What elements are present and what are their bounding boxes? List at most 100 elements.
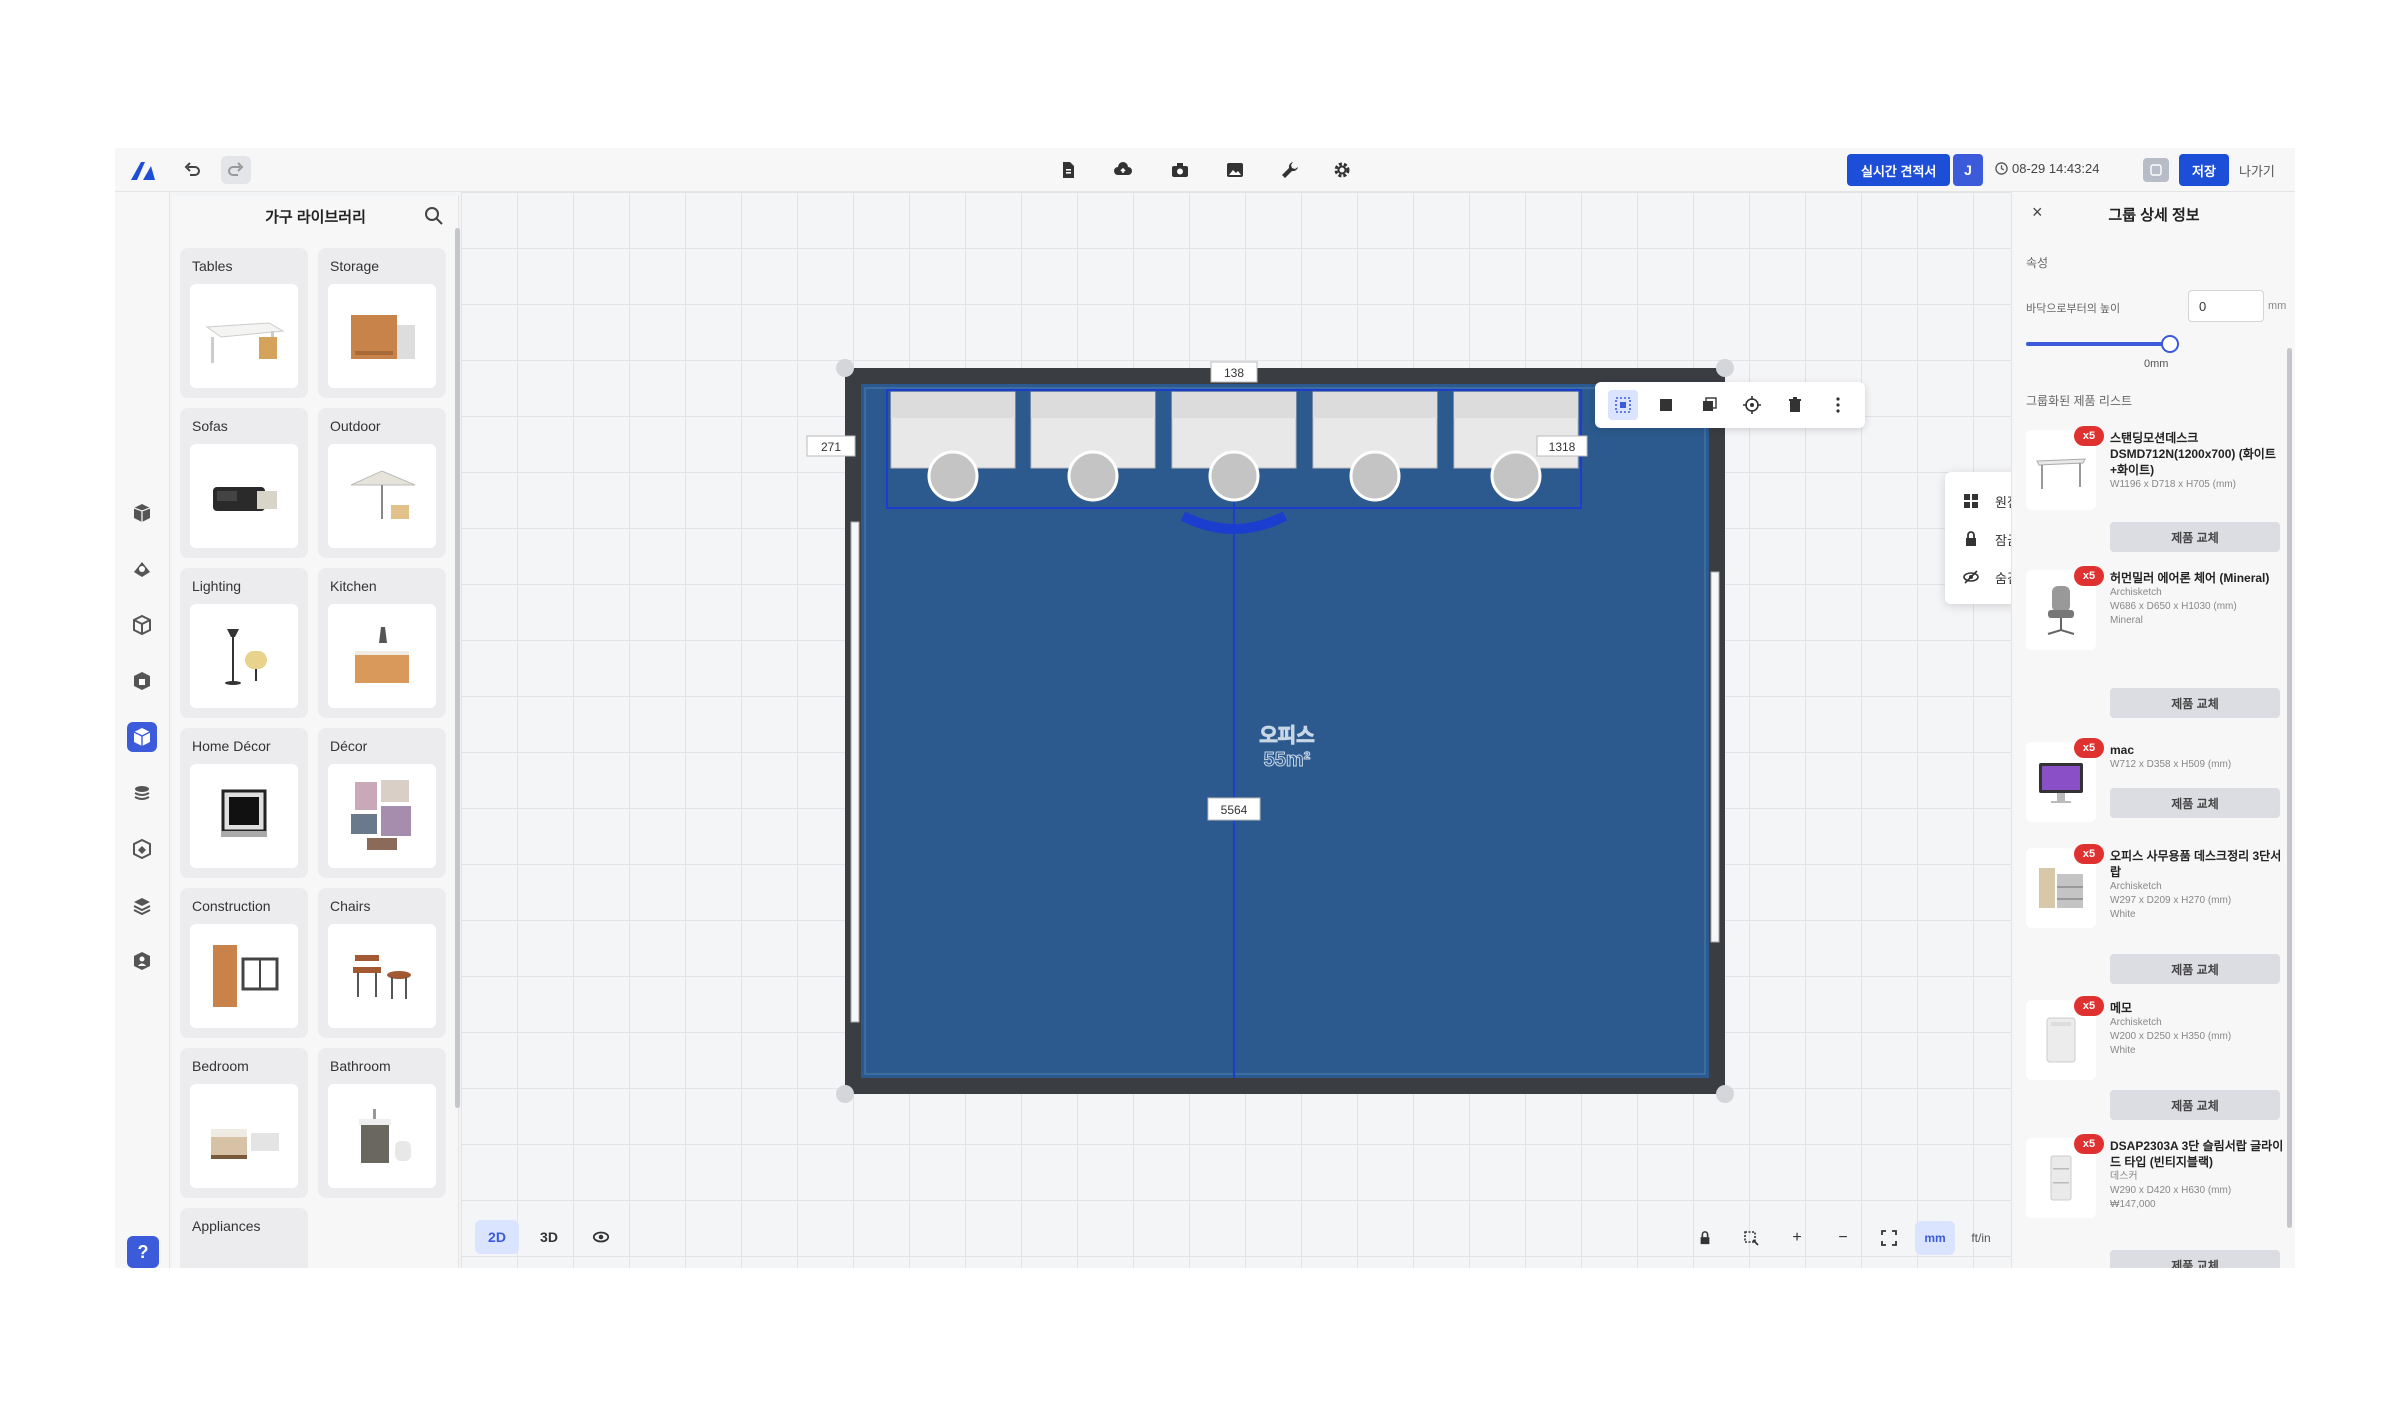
clock-icon: [1995, 162, 2008, 175]
window-left[interactable]: [850, 521, 860, 1023]
product-meta: White: [2110, 909, 2136, 920]
bathroom-thumbnail: [328, 1084, 436, 1188]
product-meta: ₩147,000: [2110, 1199, 2156, 1210]
zoom-in-icon[interactable]: +: [1777, 1221, 1817, 1255]
corner-handle[interactable]: [836, 359, 854, 377]
category-label: Décor: [330, 738, 368, 754]
lock-canvas-icon[interactable]: [1685, 1221, 1725, 1255]
corner-handle[interactable]: [1716, 1085, 1734, 1103]
category-construction[interactable]: Construction: [180, 888, 308, 1038]
quantity-badge: x5: [2074, 738, 2104, 758]
new-file-icon[interactable]: [1053, 156, 1083, 184]
person-tool-icon[interactable]: [127, 946, 157, 976]
wall-tool-icon[interactable]: [127, 554, 157, 584]
category-decor[interactable]: Décor: [318, 728, 446, 878]
unit-mm-button[interactable]: mm: [1915, 1221, 1955, 1255]
kitchen-thumbnail: [328, 604, 436, 708]
selection-toolbar: [1595, 382, 1865, 428]
category-label: Home Décor: [192, 738, 271, 754]
product-name: DSAP2303A 3단 슬림서랍 글라이드 타입 (빈티지블랙): [2110, 1139, 2284, 1169]
window-right[interactable]: [1710, 571, 1720, 943]
redo-icon[interactable]: [221, 156, 251, 184]
layers-icon[interactable]: [1694, 390, 1724, 420]
category-chairs[interactable]: Chairs: [318, 888, 446, 1038]
home-decor-thumbnail: [190, 764, 298, 868]
box-tool-icon[interactable]: [127, 498, 157, 528]
replace-product-button[interactable]: 제품 교체: [2110, 954, 2280, 984]
undo-icon[interactable]: [177, 156, 207, 184]
image-icon[interactable]: [1220, 156, 1250, 184]
gear-icon[interactable]: [1327, 156, 1357, 184]
history-icon[interactable]: [2143, 158, 2169, 182]
corner-handle[interactable]: [836, 1085, 854, 1103]
product-meta: Archisketch: [2110, 881, 2162, 892]
category-tables[interactable]: Tables: [180, 248, 308, 398]
floorplan-canvas[interactable]: 138 271 1318 5564 오피스 55m² 원점복사: [461, 192, 2077, 1268]
category-bedroom[interactable]: Bedroom: [180, 1048, 308, 1198]
room-drawing[interactable]: 138 271 1318 5564 오피스 55m²: [461, 192, 2011, 1268]
replace-product-button[interactable]: 제품 교체: [2110, 788, 2280, 818]
fit-selection-icon[interactable]: [1731, 1221, 1771, 1255]
slider-knob[interactable]: [2161, 335, 2179, 353]
app-logo-icon[interactable]: [127, 156, 159, 184]
view-2d-button[interactable]: 2D: [475, 1220, 519, 1254]
group-select-icon[interactable]: [1607, 390, 1638, 420]
unit-ftin-button[interactable]: ft/in: [1961, 1221, 2001, 1255]
category-label: Construction: [192, 898, 271, 914]
product-info: 메모 Archisketch W200 x D250 x H350 (mm) W…: [2110, 1000, 2286, 1058]
more-options-icon[interactable]: [1823, 390, 1853, 420]
layer-tool-icon[interactable]: [127, 778, 157, 808]
category-label: Lighting: [192, 578, 242, 594]
zoom-out-icon[interactable]: −: [1823, 1221, 1863, 1255]
exit-button[interactable]: 나가기: [2239, 161, 2275, 180]
floor-height-slider[interactable]: [2026, 335, 2179, 353]
product-meta: W290 x D420 x H630 (mm): [2110, 1185, 2232, 1196]
category-appliances[interactable]: Appliances: [180, 1208, 308, 1268]
category-label: Appliances: [192, 1218, 261, 1234]
user-avatar[interactable]: J: [1953, 154, 1983, 186]
furniture-tool-icon[interactable]: [127, 722, 157, 752]
floor-height-input[interactable]: 0: [2188, 290, 2264, 322]
category-lighting[interactable]: Lighting: [180, 568, 308, 718]
stack-tool-icon[interactable]: [127, 890, 157, 920]
save-button[interactable]: 저장: [2179, 154, 2229, 186]
category-sofas[interactable]: Sofas: [180, 408, 308, 558]
lock-icon: [1966, 531, 1976, 546]
cloud-upload-icon[interactable]: [1108, 156, 1138, 184]
top-toolbar: 실시간 견적서 J 08-29 14:43:24 저장 나가기: [115, 148, 2295, 192]
category-bathroom[interactable]: Bathroom: [318, 1048, 446, 1198]
search-icon[interactable]: [424, 206, 444, 226]
replace-product-button[interactable]: 제품 교체: [2110, 522, 2280, 552]
category-kitchen[interactable]: Kitchen: [318, 568, 446, 718]
product-meta: W686 x D650 x H1030 (mm): [2110, 601, 2237, 612]
trash-icon[interactable]: [1780, 390, 1810, 420]
replace-product-button[interactable]: 제품 교체: [2110, 688, 2280, 718]
outdoor-thumbnail: [328, 444, 436, 548]
help-button[interactable]: ?: [127, 1236, 159, 1268]
category-home-decor[interactable]: Home Décor: [180, 728, 308, 878]
corner-handle[interactable]: [1716, 359, 1734, 377]
replace-product-button[interactable]: 제품 교체: [2110, 1250, 2280, 1268]
library-scrollbar[interactable]: [455, 228, 460, 1108]
fullscreen-icon[interactable]: [1869, 1221, 1909, 1255]
zoom-toolbar: + − mm ft/in: [1685, 1220, 2001, 1256]
camera-icon[interactable]: [1165, 156, 1195, 184]
preview-eye-icon[interactable]: [579, 1220, 623, 1254]
section-attributes: 속성: [2026, 256, 2049, 270]
category-outdoor[interactable]: Outdoor: [318, 408, 446, 558]
fill-icon[interactable]: [1651, 390, 1681, 420]
category-storage[interactable]: Storage: [318, 248, 446, 398]
realtime-estimate-button[interactable]: 실시간 견적서: [1847, 154, 1951, 186]
object-tool-icon[interactable]: [127, 666, 157, 696]
category-label: Sofas: [192, 418, 228, 434]
close-icon[interactable]: ×: [2032, 202, 2043, 223]
panel-scrollbar[interactable]: [2287, 348, 2292, 1228]
target-icon[interactable]: [1737, 390, 1767, 420]
material-tool-icon[interactable]: [127, 834, 157, 864]
quantity-badge: x5: [2074, 426, 2104, 446]
replace-product-button[interactable]: 제품 교체: [2110, 1090, 2280, 1120]
cube-tool-icon[interactable]: [127, 610, 157, 640]
wrench-icon[interactable]: [1275, 156, 1305, 184]
lighting-thumbnail: [190, 604, 298, 708]
view-3d-button[interactable]: 3D: [527, 1220, 571, 1254]
